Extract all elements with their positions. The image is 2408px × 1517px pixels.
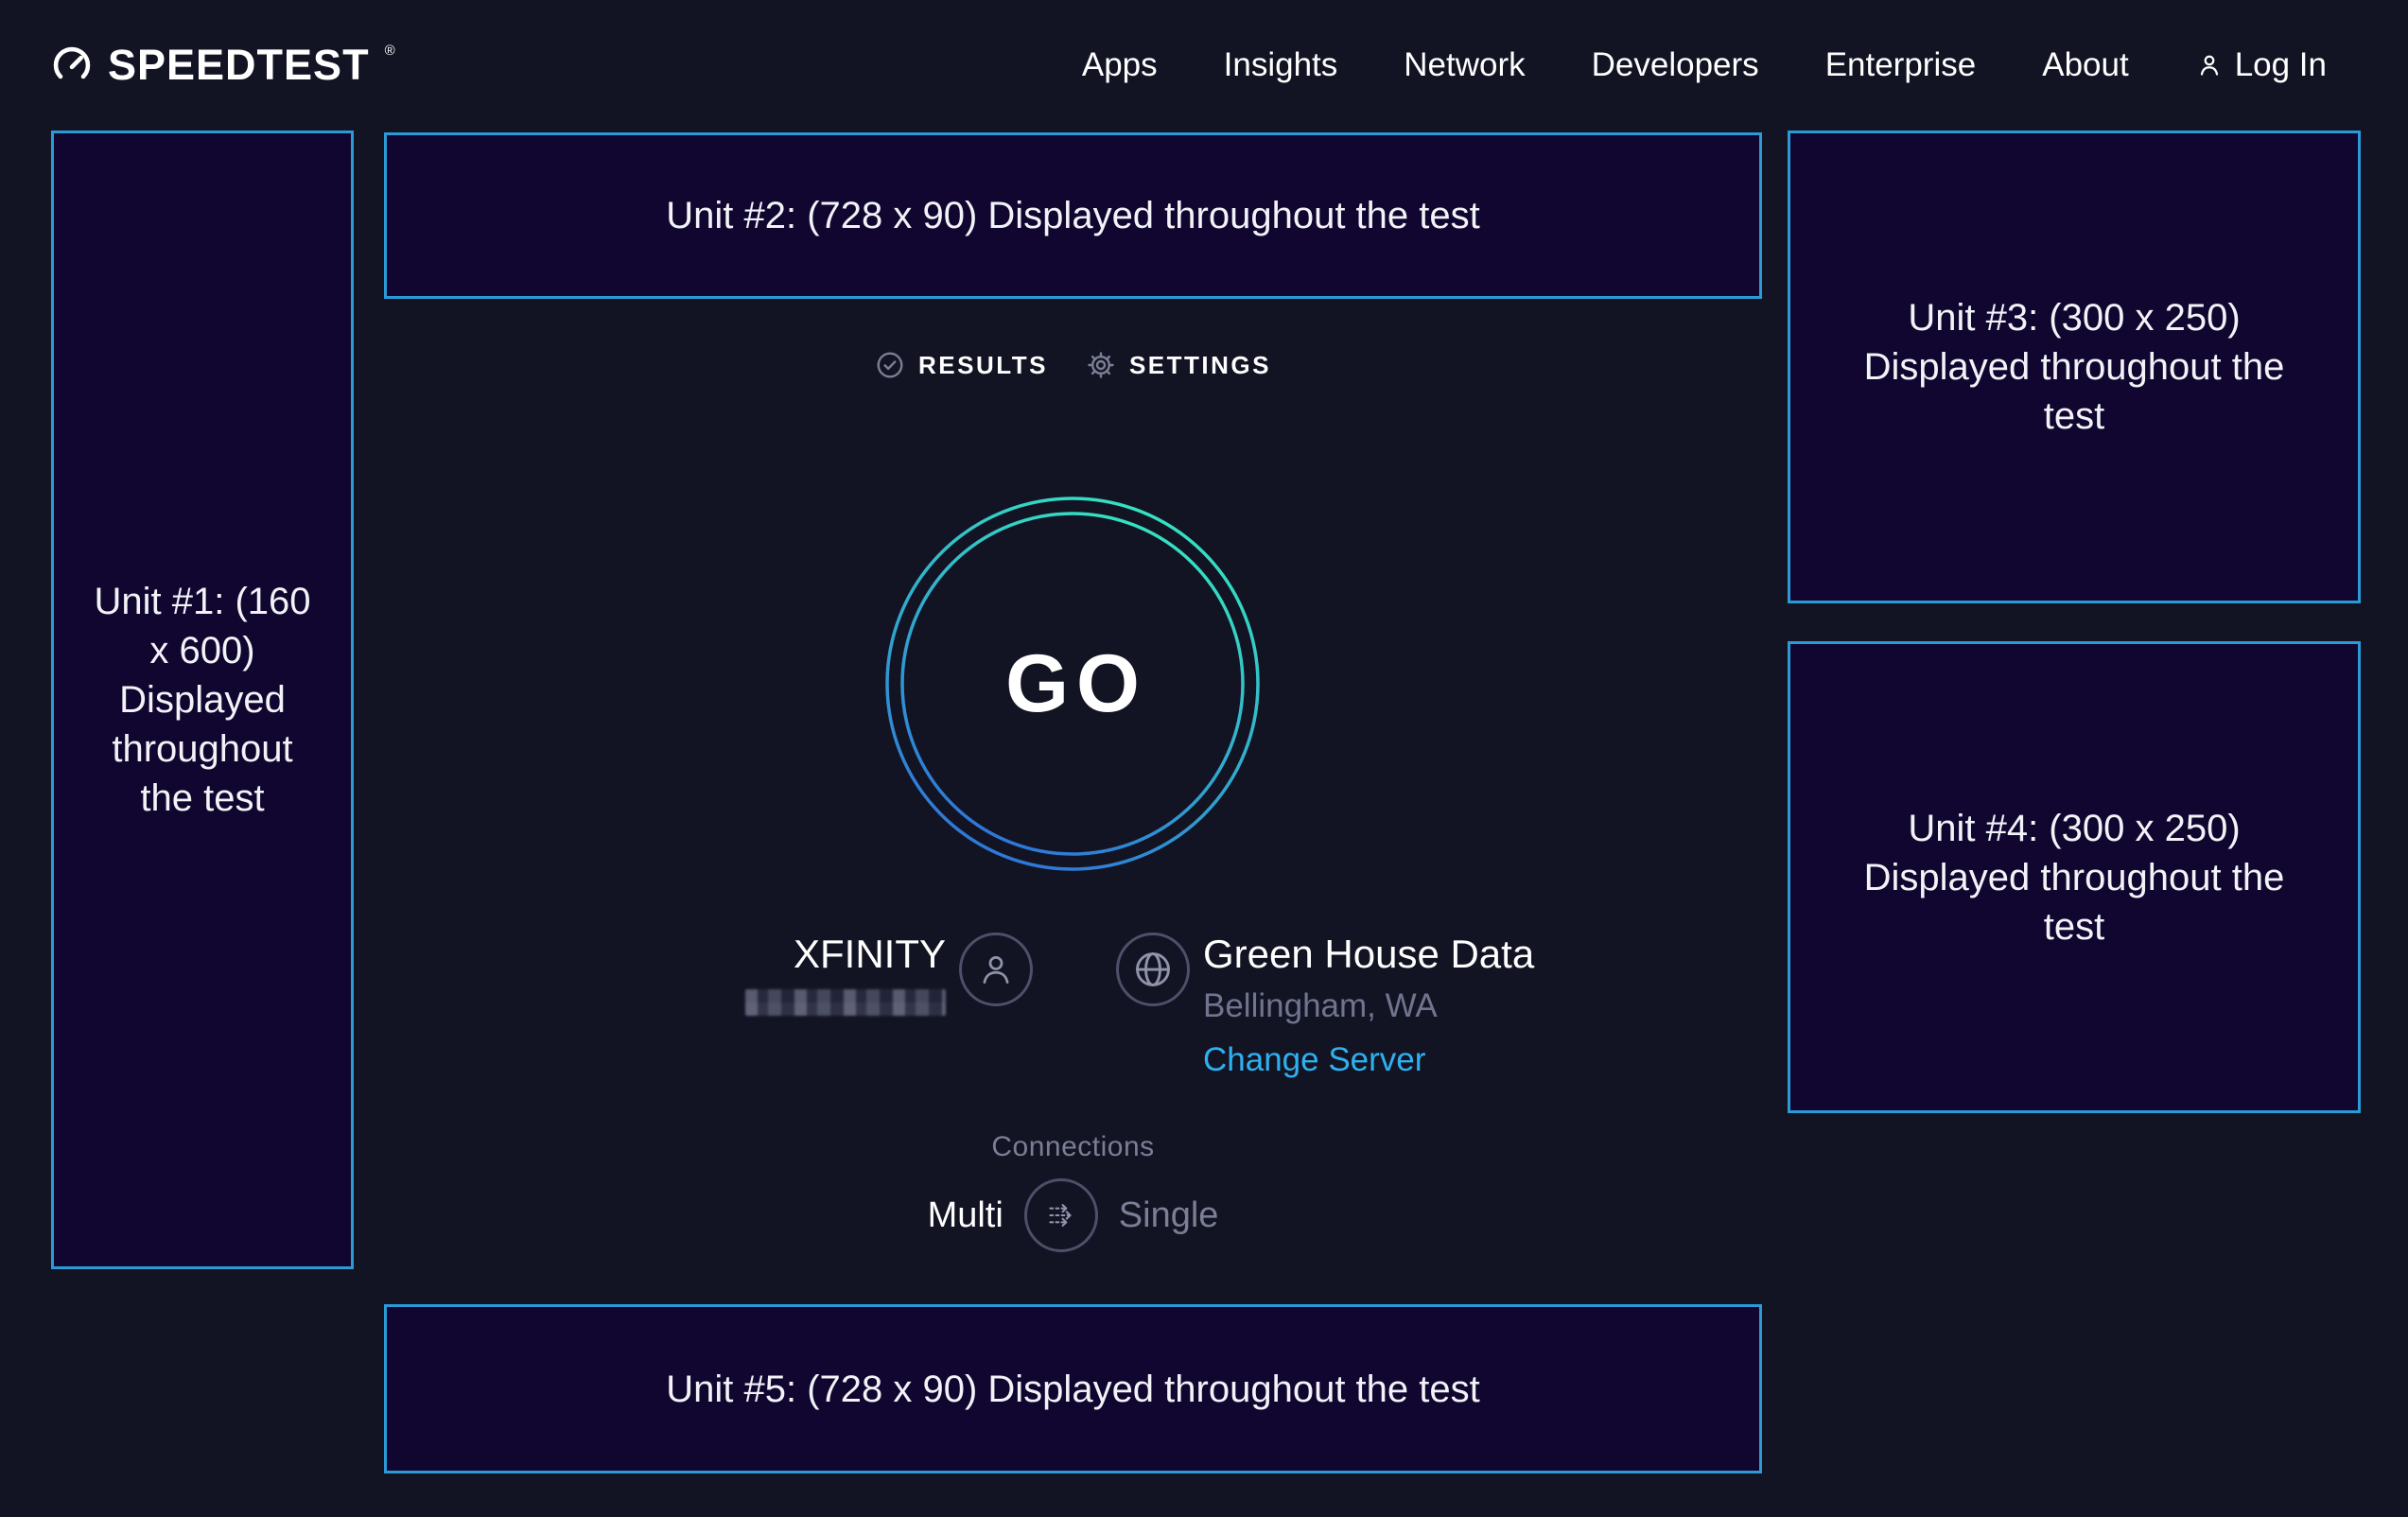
- ad-unit-label: Unit #4: (300 x 250) Displayed throughou…: [1852, 804, 2296, 951]
- nav-item-developers[interactable]: Developers: [1592, 46, 1759, 84]
- nav-item-enterprise[interactable]: Enterprise: [1825, 46, 1977, 84]
- tab-settings-label: SETTINGS: [1129, 351, 1271, 380]
- server-name: Green House Data: [1203, 934, 1534, 974]
- connection-toggle[interactable]: [1024, 1178, 1098, 1252]
- ad-unit-label: Unit #1: (160 x 600) Displayed throughou…: [88, 577, 317, 823]
- ad-unit-5: Unit #5: (728 x 90) Displayed throughout…: [384, 1304, 1762, 1473]
- connections-label: Connections: [384, 1131, 1762, 1163]
- tab-settings[interactable]: SETTINGS: [1086, 350, 1271, 380]
- connections-toggle-row: Multi Single: [384, 1176, 1762, 1255]
- nav-item-apps[interactable]: Apps: [1082, 46, 1158, 84]
- ad-unit-label: Unit #2: (728 x 90) Displayed throughout…: [666, 191, 1480, 240]
- gear-icon: [1086, 350, 1116, 380]
- ad-unit-3: Unit #3: (300 x 250) Displayed throughou…: [1788, 131, 2361, 603]
- server-location: Bellingham, WA: [1203, 989, 1534, 1022]
- test-tabs: RESULTS SETTINGS: [384, 348, 1762, 382]
- change-server-link[interactable]: Change Server: [1203, 1043, 1425, 1076]
- globe-circle-icon: [1116, 933, 1190, 1006]
- ad-unit-label: Unit #3: (300 x 250) Displayed throughou…: [1852, 293, 2296, 441]
- user-icon: [2195, 51, 2224, 79]
- nav-links: Apps Insights Network Developers Enterpr…: [1082, 46, 2327, 84]
- nav-item-login[interactable]: Log In: [2195, 46, 2327, 84]
- connection-mode-multi[interactable]: Multi: [928, 1195, 1003, 1236]
- user-circle-icon: [959, 933, 1033, 1006]
- tab-results-label: RESULTS: [918, 351, 1048, 380]
- ad-unit-4: Unit #4: (300 x 250) Displayed throughou…: [1788, 641, 2361, 1113]
- ip-address-redacted: [745, 989, 946, 1016]
- ad-unit-1: Unit #1: (160 x 600) Displayed throughou…: [51, 131, 354, 1269]
- isp-info: XFINITY: [643, 934, 946, 1020]
- trademark-symbol: ®: [385, 43, 395, 59]
- isp-name: XFINITY: [643, 934, 946, 974]
- top-nav: SPEEDTEST ® Apps Insights Network Develo…: [0, 0, 2408, 131]
- go-button-label: GO: [883, 495, 1262, 873]
- logo-wordmark: SPEEDTEST: [108, 41, 370, 90]
- nav-item-network[interactable]: Network: [1404, 46, 1525, 84]
- multi-connection-arrows-icon: [1041, 1195, 1081, 1235]
- ad-unit-label: Unit #5: (728 x 90) Displayed throughout…: [666, 1365, 1480, 1414]
- login-label: Log In: [2235, 46, 2327, 84]
- ad-unit-2: Unit #2: (728 x 90) Displayed throughout…: [384, 132, 1762, 299]
- speedtest-gauge-icon: [51, 44, 93, 86]
- check-circle-icon: [875, 350, 905, 380]
- server-info: Green House Data Bellingham, WA Change S…: [1203, 934, 1534, 1076]
- tab-results[interactable]: RESULTS: [875, 350, 1048, 380]
- nav-item-insights[interactable]: Insights: [1224, 46, 1338, 84]
- speedtest-logo[interactable]: SPEEDTEST ®: [51, 41, 395, 90]
- go-button[interactable]: GO: [883, 495, 1262, 873]
- nav-item-about[interactable]: About: [2042, 46, 2128, 84]
- connection-mode-single[interactable]: Single: [1119, 1195, 1219, 1236]
